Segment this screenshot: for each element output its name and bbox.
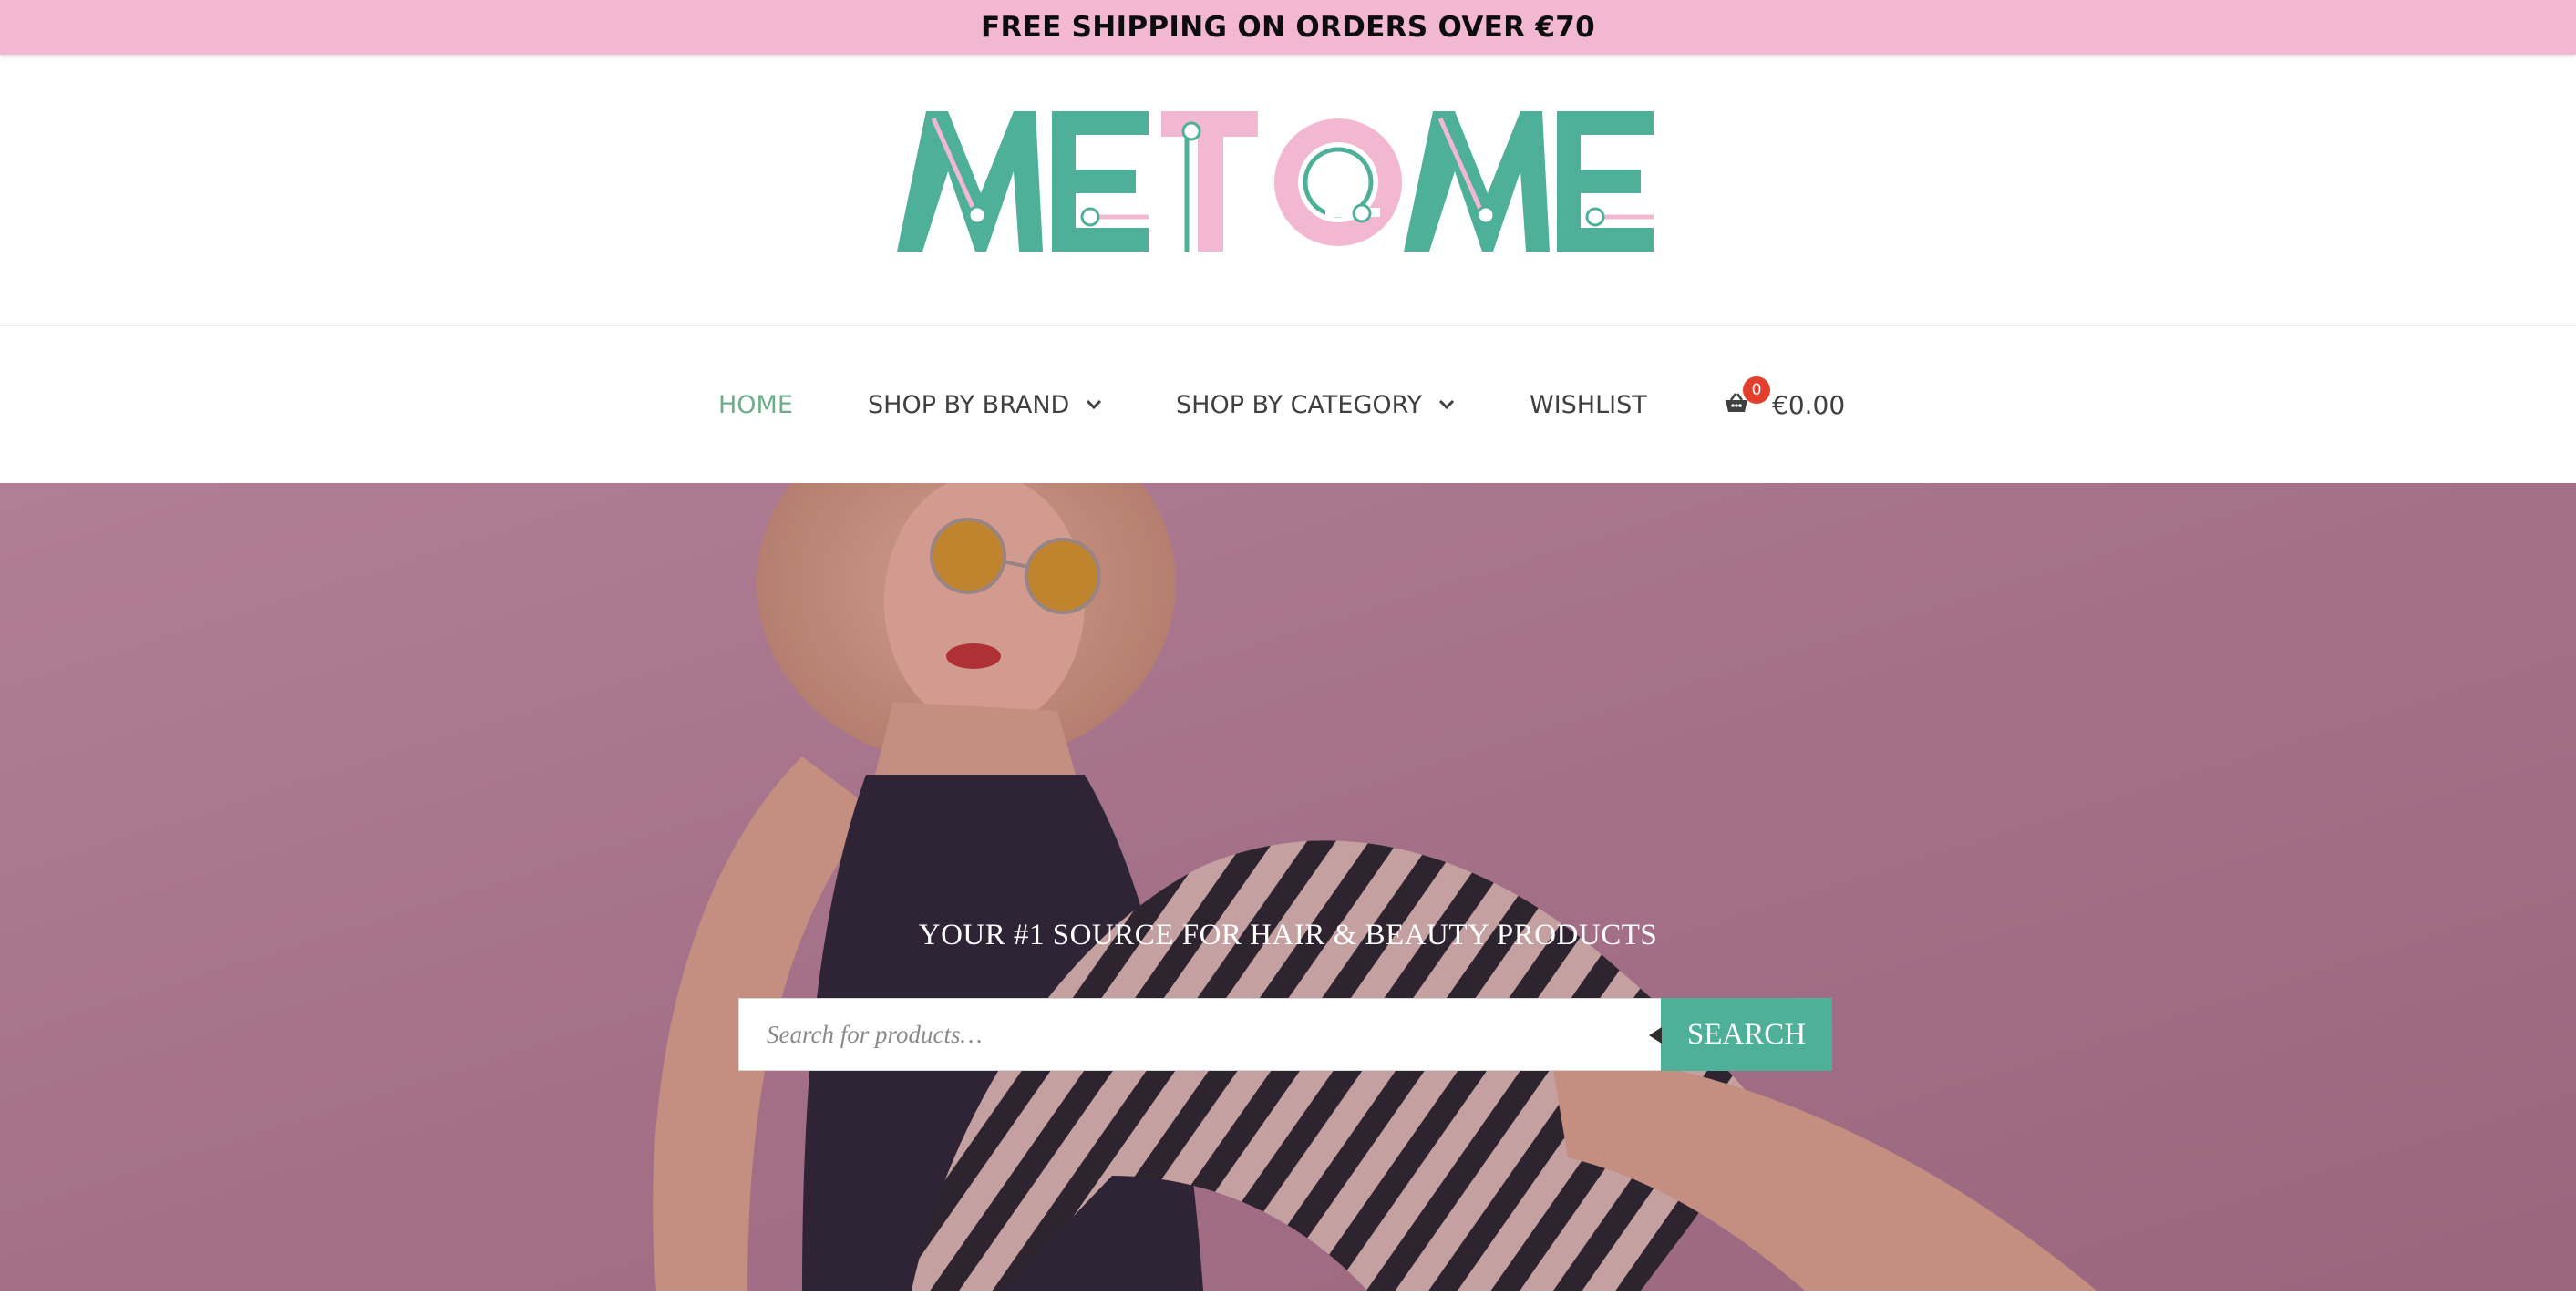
nav-cart[interactable]: 0 €0.00 (1725, 375, 1846, 425)
logo-wordmark (897, 111, 1654, 252)
nav-shop-by-category[interactable]: SHOP BY CATEGORY (1176, 385, 1455, 425)
announcement-bar: FREE SHIPPING ON ORDERS OVER €70 (0, 0, 2576, 55)
product-search-form: SEARCH (738, 998, 1832, 1071)
nav-shop-by-category-label: SHOP BY CATEGORY (1176, 390, 1423, 419)
nav-shop-by-brand[interactable]: SHOP BY BRAND (868, 385, 1102, 425)
cart-count-badge: 0 (1743, 375, 1770, 404)
nav-wishlist-label: WISHLIST (1530, 390, 1647, 419)
page-divider (0, 1291, 2576, 1296)
announcement-text: FREE SHIPPING ON ORDERS OVER €70 (980, 11, 1596, 44)
site-header (0, 55, 2576, 326)
main-navigation: HOME SHOP BY BRAND SHOP BY CATEGORY WISH… (0, 326, 2576, 483)
chevron-down-icon (1438, 399, 1455, 410)
search-button[interactable]: SEARCH (1649, 998, 1832, 1071)
hero-banner: YOUR #1 SOURCE FOR HAIR & BEAUTY PRODUCT… (0, 483, 2576, 1291)
cart-total: €0.00 (1772, 389, 1846, 420)
nav-home-label: HOME (718, 390, 793, 419)
nav-wishlist[interactable]: WISHLIST (1530, 385, 1647, 425)
nav-home[interactable]: HOME (718, 385, 793, 425)
hero-photo (0, 483, 2576, 1291)
nav-shop-by-brand-label: SHOP BY BRAND (868, 390, 1070, 419)
search-input[interactable] (738, 998, 1661, 1071)
hero-tagline: YOUR #1 SOURCE FOR HAIR & BEAUTY PRODUCT… (918, 919, 1658, 951)
cart-link[interactable]: 0 (1725, 375, 1770, 419)
search-button-label: SEARCH (1686, 1017, 1807, 1051)
chevron-down-icon (1086, 399, 1102, 410)
